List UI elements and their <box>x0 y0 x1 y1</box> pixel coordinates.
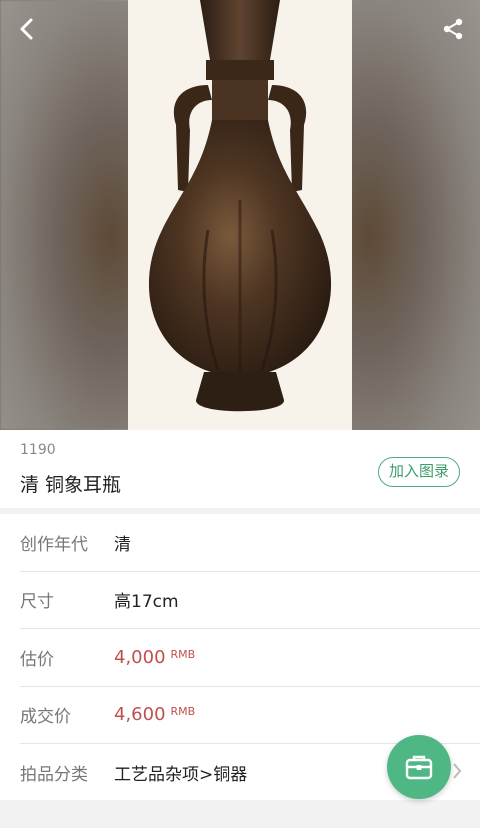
artwork-image[interactable] <box>0 0 480 430</box>
estimate-price: 4,000 <box>114 646 166 668</box>
image-blur-right <box>350 0 480 430</box>
share-icon <box>443 18 463 40</box>
currency-unit: RMB <box>170 647 196 661</box>
lot-header: 1190 清 铜象耳瓶 加入图录 <box>0 430 480 508</box>
detail-row-estimate: 估价 4,000 RMB <box>20 629 480 687</box>
bronze-vase-illustration <box>148 0 332 412</box>
detail-label: 拍品分类 <box>20 765 88 786</box>
back-button[interactable] <box>10 12 44 46</box>
detail-value: 高17cm <box>114 592 179 613</box>
briefcase-fab-button[interactable] <box>387 735 451 799</box>
detail-label: 创作年代 <box>20 534 88 555</box>
briefcase-icon <box>405 755 433 780</box>
detail-value: 清 <box>114 534 131 555</box>
detail-label: 成交价 <box>20 707 71 728</box>
hammer-price: 4,600 <box>114 704 166 726</box>
image-blur-left <box>0 0 130 430</box>
chevron-right-icon <box>452 762 462 784</box>
lot-title: 清 铜象耳瓶 <box>20 474 122 496</box>
vase-photo <box>128 0 352 430</box>
detail-label: 估价 <box>20 649 54 670</box>
currency-unit: RMB <box>170 705 196 719</box>
add-to-catalog-button[interactable]: 加入图录 <box>377 457 460 487</box>
detail-row-era: 创作年代 清 <box>20 514 480 572</box>
detail-label: 尺寸 <box>20 592 54 613</box>
category-link[interactable]: 工艺品杂项>铜器 <box>114 760 247 785</box>
lot-number: 1190 <box>20 442 56 458</box>
back-arrow-icon <box>20 18 33 40</box>
detail-row-size: 尺寸 高17cm <box>20 572 480 629</box>
share-button[interactable] <box>436 12 470 46</box>
